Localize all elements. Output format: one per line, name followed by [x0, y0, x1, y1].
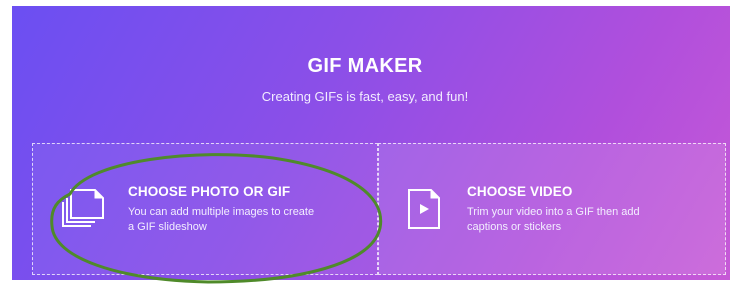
choose-photo-or-gif-option[interactable]: CHOOSE PHOTO OR GIF You can add multiple… [32, 143, 378, 275]
choose-photo-description-line2: a GIF slideshow [128, 221, 207, 233]
page-title: GIF MAKER [307, 55, 423, 77]
image-stack-icon [61, 188, 105, 233]
choose-photo-description: You can add multiple images to create a … [128, 205, 358, 235]
choose-video-description: Trim your video into a GIF then add capt… [467, 205, 697, 235]
choose-video-description-line2: captions or stickers [467, 221, 562, 233]
choose-video-option[interactable]: CHOOSE VIDEO Trim your video into a GIF … [378, 143, 726, 275]
page-subtitle: Creating GIFs is fast, easy, and fun! [261, 89, 469, 104]
choose-photo-description-line1: You can add multiple images to create [128, 206, 315, 218]
choose-video-description-line1: Trim your video into a GIF then add [467, 206, 640, 218]
page: GIF MAKER Creating GIFs is fast, easy, a… [0, 0, 730, 292]
video-file-icon [407, 188, 441, 235]
choose-video-heading: CHOOSE VIDEO [467, 184, 573, 199]
choose-photo-heading: CHOOSE PHOTO OR GIF [128, 184, 291, 199]
